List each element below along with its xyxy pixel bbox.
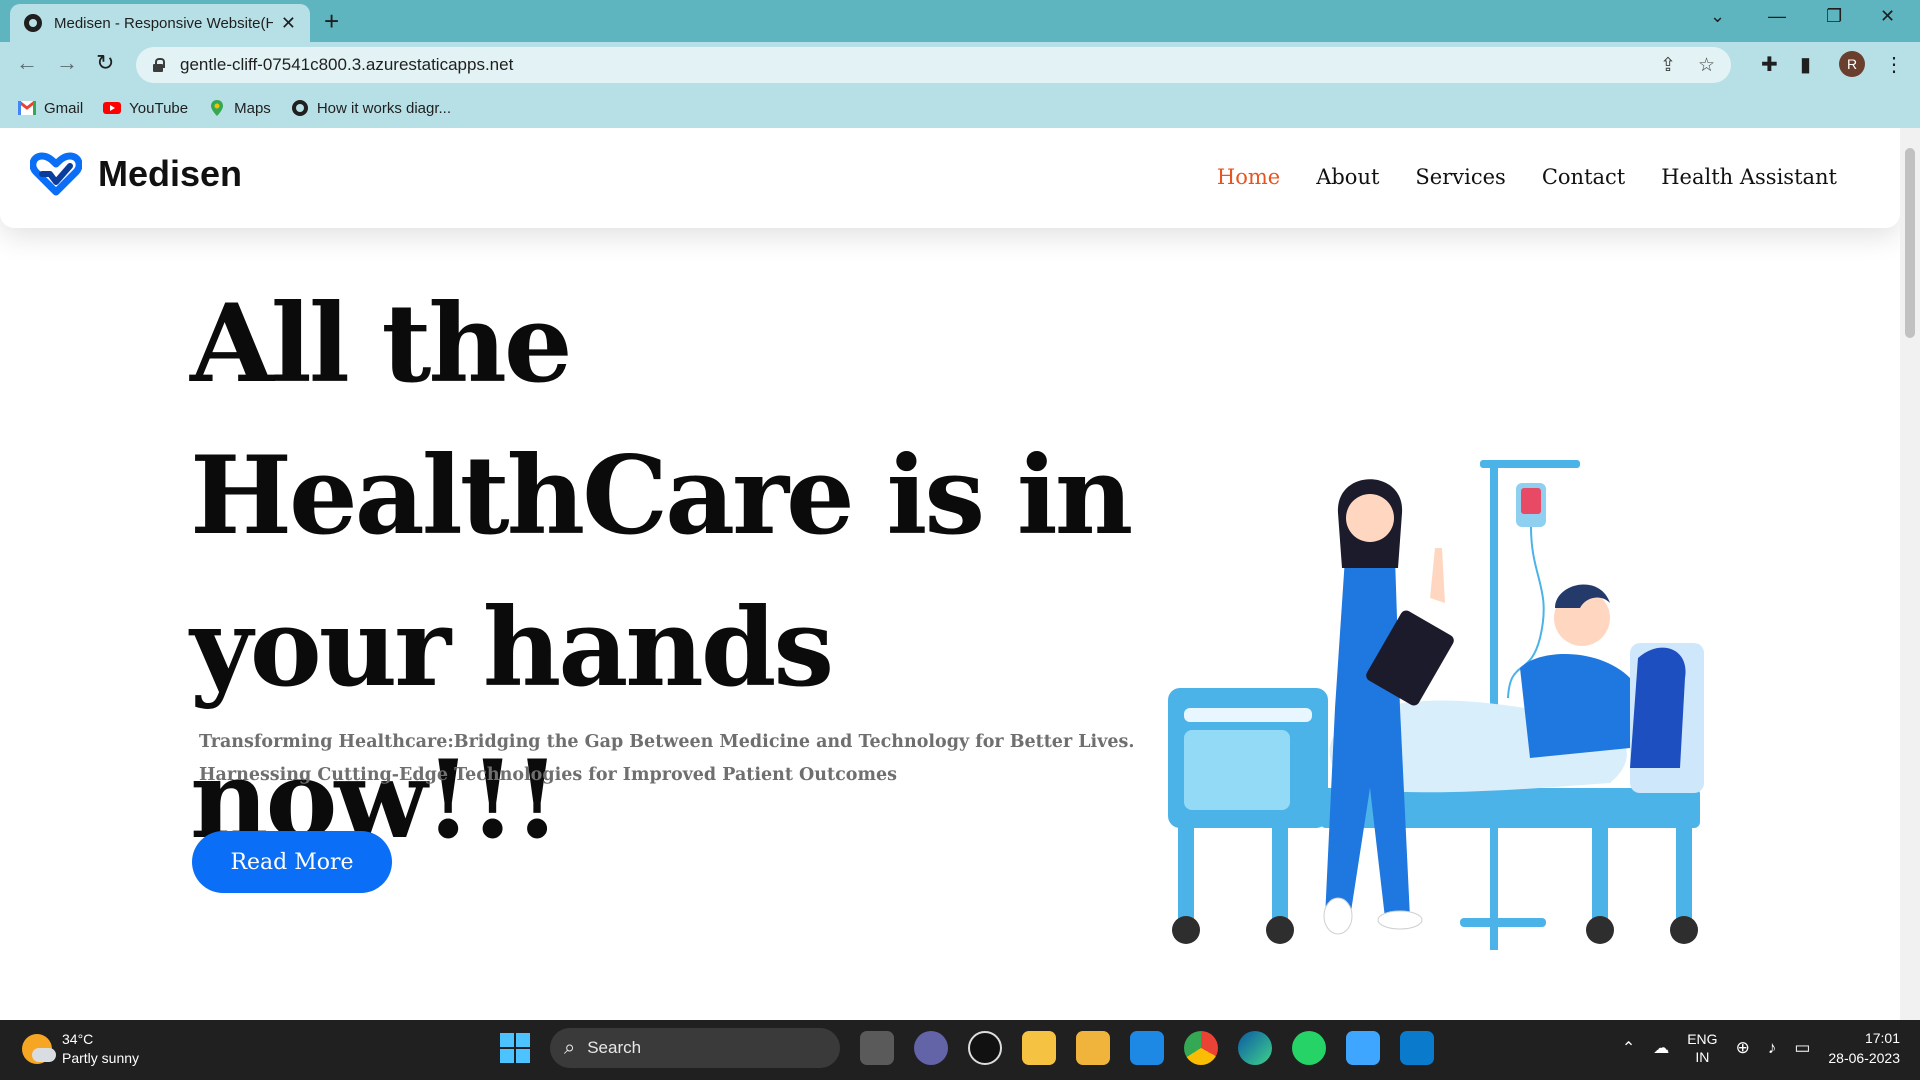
bookmark-star-icon[interactable]: ☆ [1698,54,1715,77]
whatsapp-icon[interactable] [1292,1031,1326,1065]
restore-icon[interactable]: ❐ [1826,6,1842,27]
brand-name: Medisen [98,153,243,194]
edge-icon[interactable] [1238,1031,1272,1065]
search-icon: ⌕ [564,1036,576,1059]
url-text[interactable]: gentle-cliff-07541c800.3.azurestaticapps… [180,55,513,75]
heart-logo-icon [30,152,82,196]
close-tab-icon[interactable]: ✕ [281,13,296,34]
nav-home[interactable]: Home [1217,165,1280,189]
gmail-icon [18,101,36,115]
site-header: Medisen Home About Services Contact Heal… [0,128,1900,228]
temperature: 34°C [62,1031,94,1047]
bookmarks-bar: Gmail YouTube Maps How it works diagr... [0,88,1920,128]
tab-title: Medisen - Responsive Website(H [54,14,273,32]
volume-icon[interactable]: ♪ [1768,1038,1777,1058]
bookmark-how-it-works[interactable]: How it works diagr... [291,99,451,117]
nav-about[interactable]: About [1316,165,1379,189]
network-icon[interactable]: ⊕ [1736,1038,1750,1058]
nav-health-assistant[interactable]: Health Assistant [1661,165,1837,189]
onedrive-icon[interactable]: ☁ [1653,1038,1669,1058]
profile-avatar[interactable]: R [1839,51,1865,77]
new-tab-icon[interactable]: + [324,6,339,37]
globe-icon [291,100,308,116]
web-page: Medisen Home About Services Contact Heal… [0,128,1900,1020]
address-bar[interactable]: gentle-cliff-07541c800.3.azurestaticapps… [136,47,1731,83]
taskbar-search[interactable]: ⌕ Search [550,1028,840,1068]
chrome-icon[interactable] [1184,1031,1218,1065]
nav-services[interactable]: Services [1415,165,1505,189]
reload-icon[interactable]: ↻ [96,50,114,76]
file-shortcut-icon[interactable] [1076,1031,1110,1065]
scrollbar-thumb[interactable] [1905,148,1915,338]
windows-taskbar: 34°C Partly sunny ⌕ Search ⌃ ☁ ENG IN ⊕ … [0,1020,1920,1080]
main-nav: Home About Services Contact Health Assis… [1217,165,1837,189]
search-label: Search [587,1038,642,1057]
task-view-icon[interactable] [860,1031,894,1065]
vscode-icon[interactable] [1400,1031,1434,1065]
menu-icon[interactable]: ⋮ [1884,52,1904,77]
back-icon[interactable]: ← [16,50,38,76]
notepad-icon[interactable] [1346,1031,1380,1065]
read-more-button[interactable]: Read More [192,831,392,893]
tab-search-icon[interactable]: ⌄ [1710,6,1725,27]
page-scrollbar[interactable] [1900,128,1920,1020]
side-panel-icon[interactable]: ▮ [1800,52,1811,77]
close-window-icon[interactable]: ✕ [1880,6,1895,27]
minimize-icon[interactable]: — [1768,6,1786,27]
dell-icon[interactable] [968,1031,1002,1065]
hospital-illustration [1168,460,1704,950]
bookmark-youtube[interactable]: YouTube [103,100,188,117]
weather-condition: Partly sunny [62,1050,140,1066]
extensions-icon[interactable]: ✚ [1761,52,1778,77]
forward-icon[interactable]: → [56,50,78,76]
browser-chrome: Medisen - Responsive Website(H ✕ + ⌄ — ❐… [0,0,1920,128]
weather-widget[interactable]: 34°C Partly sunny [22,1030,139,1068]
globe-icon [24,14,42,32]
partly-sunny-icon [22,1034,56,1064]
hero-subtitle: Transforming Healthcare:Bridging the Gap… [199,732,1135,785]
chevron-up-icon[interactable]: ⌃ [1622,1038,1635,1058]
share-icon[interactable]: ⇪ [1660,54,1676,77]
site-logo[interactable]: Medisen [30,152,242,196]
file-explorer-icon[interactable] [1022,1031,1056,1065]
taskbar-apps: ⌕ Search [500,1028,1434,1068]
browser-tab[interactable]: Medisen - Responsive Website(H ✕ [10,4,310,42]
bookmark-maps[interactable]: Maps [208,99,271,117]
system-tray: ⌃ ☁ ENG IN ⊕ ♪ ▭ 17:01 28-06-2023 [1622,1028,1920,1068]
tab-strip: Medisen - Responsive Website(H ✕ + ⌄ — ❐… [0,0,1920,42]
battery-icon[interactable]: ▭ [1794,1038,1810,1058]
bookmark-gmail[interactable]: Gmail [18,100,83,117]
clock[interactable]: 17:01 28-06-2023 [1828,1028,1900,1068]
lock-icon[interactable] [152,58,165,72]
language-indicator[interactable]: ENG IN [1687,1030,1717,1066]
teams-chat-icon[interactable] [914,1031,948,1065]
windows-start-icon[interactable] [500,1033,530,1063]
youtube-icon [103,102,122,114]
mail-icon[interactable] [1130,1031,1164,1065]
nav-contact[interactable]: Contact [1542,165,1625,189]
browser-toolbar: ← → ↻ gentle-cliff-07541c800.3.azurestat… [0,42,1920,88]
maps-icon [211,100,224,116]
